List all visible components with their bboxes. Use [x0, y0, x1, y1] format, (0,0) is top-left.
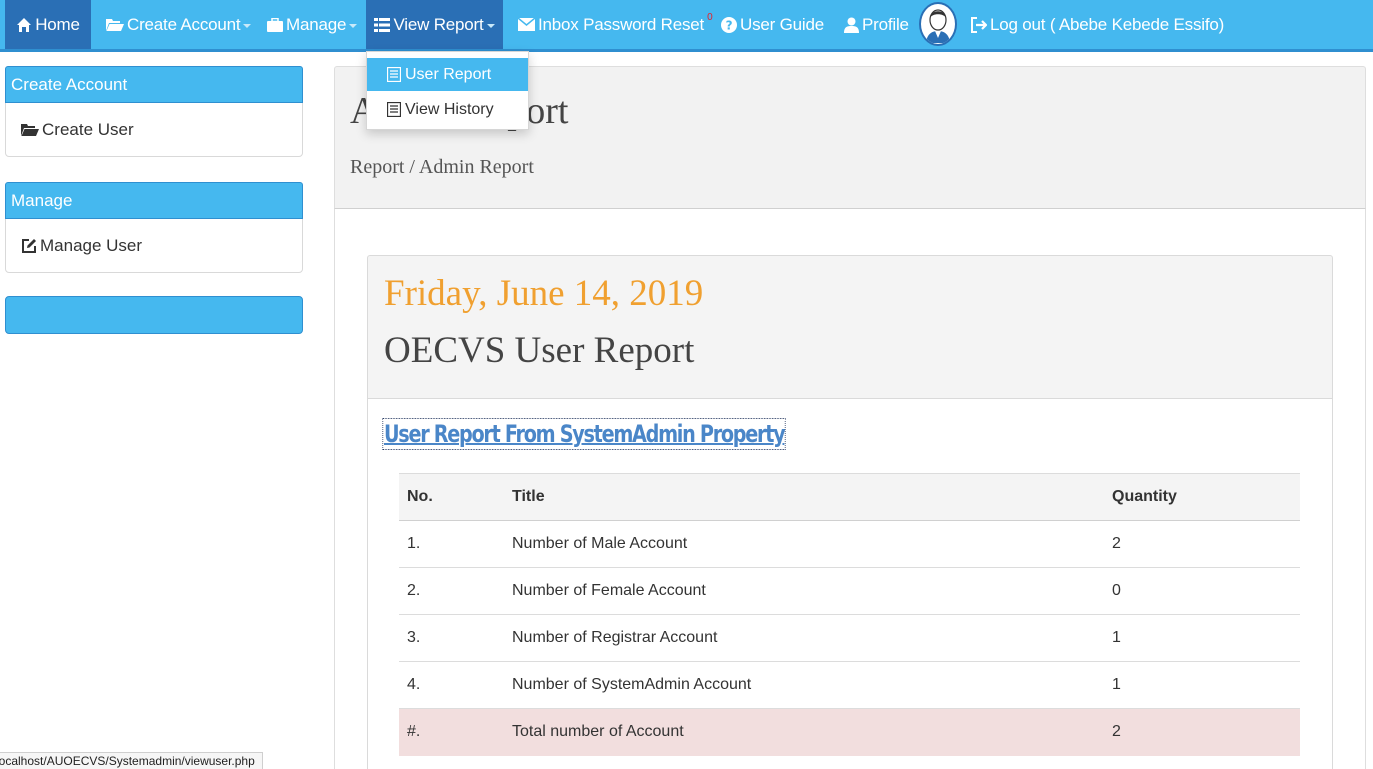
sidebar-panel-empty — [5, 296, 303, 334]
table-row: 1. Number of Male Account 2 — [399, 520, 1300, 568]
nav-profile[interactable]: Profile — [844, 0, 909, 49]
nav-user-guide-label: User Guide — [740, 14, 824, 34]
nav-profile-label: Profile — [862, 14, 909, 34]
cell-no: #. — [399, 708, 504, 756]
report-date: Friday, June 14, 2019 — [384, 273, 704, 314]
logout-icon — [971, 16, 987, 33]
dropdown-item-user-report[interactable]: User Report — [367, 58, 528, 91]
document-icon — [387, 67, 401, 82]
nav-inbox-password-reset[interactable]: Inbox Password Reset 0 — [518, 0, 713, 49]
nav-home-label: Home — [35, 14, 80, 34]
view-report-dropdown: User Report View History — [366, 51, 529, 130]
nav-user-guide[interactable]: ? User Guide — [721, 0, 824, 49]
sidebar-item-label: Create User — [42, 119, 134, 139]
cell-title: Total number of Account — [504, 708, 1104, 756]
chevron-down-icon — [243, 23, 252, 28]
cell-quantity: 2 — [1104, 520, 1300, 568]
cell-no: 1. — [399, 520, 504, 568]
report-table: No. Title Quantity 1. Number of Male Acc… — [399, 473, 1300, 756]
nav-manage[interactable]: Manage — [267, 0, 358, 49]
report-title: OECVS User Report — [384, 330, 695, 371]
cell-no: 3. — [399, 614, 504, 662]
nav-logout-label: Log out ( Abebe Kebede Essifo) — [990, 14, 1225, 34]
cell-title: Number of Female Account — [504, 567, 1104, 615]
sidebar-item-manage-user[interactable]: Manage User — [6, 219, 302, 272]
edit-icon — [21, 238, 37, 254]
nav-view-report-label: View Report — [393, 14, 484, 34]
table-total-row: #. Total number of Account 2 — [399, 708, 1300, 756]
report-header: Friday, June 14, 2019 OECVS User Report — [367, 255, 1333, 399]
cell-quantity: 0 — [1104, 567, 1300, 615]
nav-manage-label: Manage — [286, 14, 347, 34]
sidebar-item-label: Manage User — [40, 235, 143, 255]
table-header-row: No. Title Quantity — [399, 473, 1300, 521]
browser-status-url: localhost/AUOECVS/Systemadmin/viewuser.p… — [0, 752, 263, 769]
briefcase-icon — [267, 17, 283, 32]
nav-inbox-label: Inbox Password Reset — [538, 14, 705, 34]
sidebar-panel-title: Manage — [5, 182, 303, 219]
column-header-quantity: Quantity — [1104, 473, 1300, 521]
nav-home[interactable]: Home — [5, 0, 91, 49]
table-row: 2. Number of Female Account 0 — [399, 567, 1300, 615]
folder-open-icon — [106, 17, 124, 32]
table-row: 4. Number of SystemAdmin Account 1 — [399, 661, 1300, 709]
inbox-count-badge: 0 — [707, 12, 713, 23]
envelope-icon — [518, 18, 535, 31]
home-icon — [16, 17, 32, 33]
cell-title: Number of SystemAdmin Account — [504, 661, 1104, 709]
sidebar-panel-title: Create Account — [5, 66, 303, 103]
top-navbar: Home Create Account Manage View Report I… — [0, 0, 1373, 52]
nav-create-account[interactable]: Create Account — [106, 0, 252, 49]
breadcrumb: Report / Admin Report — [350, 156, 534, 178]
column-header-no: No. — [399, 473, 504, 521]
report-source-link[interactable]: User Report From SystemAdmin Property — [382, 418, 786, 450]
nav-logout[interactable]: Log out ( Abebe Kebede Essifo) — [971, 0, 1224, 49]
nav-create-account-label: Create Account — [127, 14, 241, 34]
svg-text:?: ? — [726, 18, 733, 32]
nav-view-report[interactable]: View Report — [366, 0, 503, 49]
sidebar-panel-create-account: Create Account Create User — [5, 66, 303, 157]
cell-title: Number of Male Account — [504, 520, 1104, 568]
cell-title: Number of Registrar Account — [504, 614, 1104, 662]
chevron-down-icon — [486, 23, 495, 28]
list-icon — [374, 17, 391, 32]
cell-no: 4. — [399, 661, 504, 709]
column-header-title: Title — [504, 473, 1104, 521]
dropdown-item-label: View History — [405, 100, 494, 118]
avatar[interactable] — [919, 2, 957, 46]
cell-no: 2. — [399, 567, 504, 615]
question-circle-icon: ? — [721, 16, 737, 33]
sidebar-item-create-user[interactable]: Create User — [6, 103, 302, 156]
dropdown-item-view-history[interactable]: View History — [367, 93, 528, 126]
table-row: 3. Number of Registrar Account 1 — [399, 614, 1300, 662]
cell-quantity: 1 — [1104, 614, 1300, 662]
document-icon — [387, 102, 401, 117]
sidebar-panel-manage: Manage Manage User — [5, 182, 303, 273]
dropdown-item-label: User Report — [405, 65, 492, 83]
cell-quantity: 1 — [1104, 661, 1300, 709]
chevron-down-icon — [349, 23, 358, 28]
folder-open-icon — [21, 122, 39, 137]
user-icon — [844, 17, 859, 33]
cell-quantity: 2 — [1104, 708, 1300, 756]
